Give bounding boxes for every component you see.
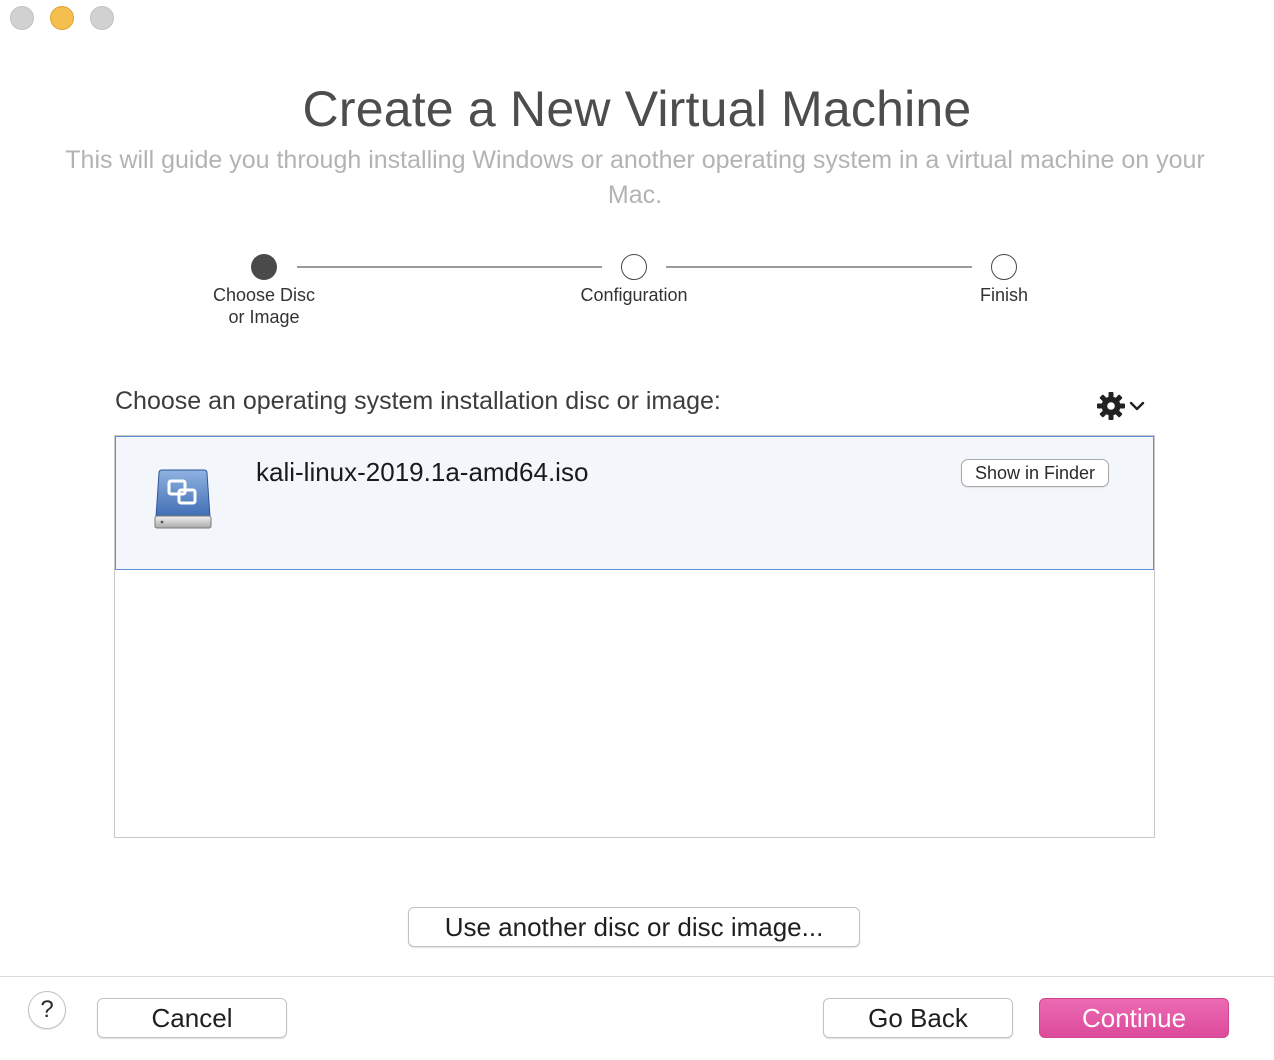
page-subtitle: This will guide you through installing W… <box>65 146 1205 209</box>
zoom-window-button[interactable] <box>90 6 114 30</box>
section-label: Choose an operating system installation … <box>115 387 721 415</box>
minimize-window-button[interactable] <box>50 6 74 30</box>
help-button[interactable]: ? <box>28 991 66 1029</box>
step-indicator-choose-disc <box>251 254 277 280</box>
step-indicator-configuration <box>621 254 647 280</box>
use-another-disc-button[interactable]: Use another disc or disc image... <box>408 907 860 947</box>
chevron-down-icon <box>1129 401 1145 411</box>
footer-divider <box>0 976 1274 977</box>
show-in-finder-button[interactable]: Show in Finder <box>960 459 1109 487</box>
step-label-configuration: Configuration <box>580 285 688 305</box>
step-connector <box>666 266 972 268</box>
disc-image-list[interactable]: kali-linux-2019.1a-amd64.iso Show in Fin… <box>114 435 1155 838</box>
step-connector <box>297 266 602 268</box>
close-window-button[interactable] <box>10 6 34 30</box>
continue-button[interactable]: Continue <box>1039 998 1229 1038</box>
disc-image-name: kali-linux-2019.1a-amd64.iso <box>256 457 589 487</box>
list-item[interactable]: kali-linux-2019.1a-amd64.iso Show in Fin… <box>115 436 1154 570</box>
gear-icon <box>1097 392 1125 420</box>
window-controls <box>10 6 114 30</box>
go-back-button[interactable]: Go Back <box>823 998 1013 1038</box>
page-title: Create a New Virtual Machine <box>302 81 972 137</box>
cancel-button[interactable]: Cancel <box>97 998 287 1038</box>
step-label-choose-disc: Choose Disc or Image <box>212 285 316 327</box>
step-label-finish: Finish <box>979 285 1028 305</box>
disk-image-icon <box>154 469 212 529</box>
step-indicator-finish <box>991 254 1017 280</box>
new-vm-window: Create a New Virtual Machine This will g… <box>0 0 1274 1060</box>
action-menu-button[interactable] <box>1096 390 1156 422</box>
